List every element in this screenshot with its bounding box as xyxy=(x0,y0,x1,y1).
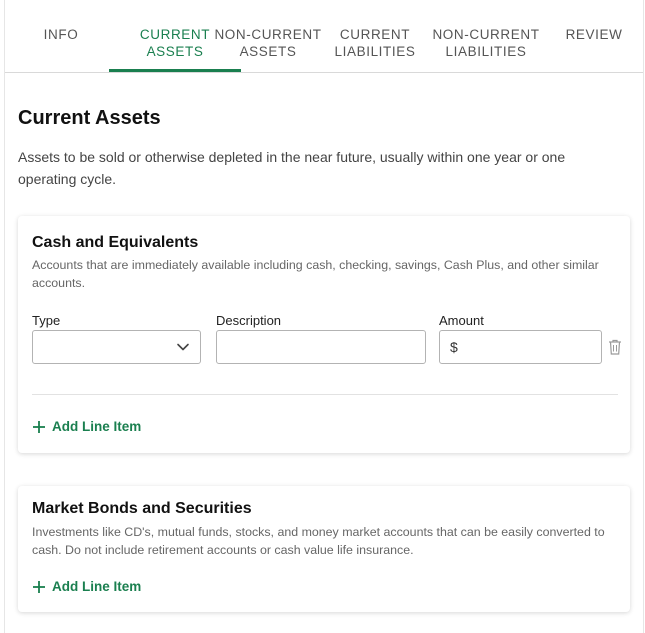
page-intro: Assets to be sold or otherwise depleted … xyxy=(18,149,566,187)
step-tabs: INFO CURRENT ASSETS NON-CURRENT ASSETS C… xyxy=(5,0,643,73)
description-label: Description xyxy=(216,313,282,328)
page-title: Current Assets xyxy=(18,107,161,129)
tab-info[interactable]: INFO xyxy=(39,26,83,43)
add-line-item-label: Add Line Item xyxy=(52,419,142,434)
section-description: Investments like CD's, mutual funds, sto… xyxy=(32,525,605,557)
tab-review[interactable]: REVIEW xyxy=(561,26,627,43)
plus-icon xyxy=(33,580,45,593)
app-frame: INFO CURRENT ASSETS NON-CURRENT ASSETS C… xyxy=(4,0,644,633)
currency-prefix: $ xyxy=(450,339,458,355)
amount-label: Amount xyxy=(439,313,484,328)
section-description: Accounts that are immediately available … xyxy=(32,258,599,290)
cash-equivalents-card: Cash and Equivalents Accounts that are i… xyxy=(18,216,630,453)
add-line-item-button[interactable]: Add Line Item xyxy=(32,419,141,434)
amount-input[interactable] xyxy=(440,331,601,363)
trash-icon[interactable] xyxy=(608,339,622,355)
type-label: Type xyxy=(32,313,61,328)
active-tab-indicator xyxy=(109,69,241,72)
description-input[interactable] xyxy=(217,331,425,363)
section-divider xyxy=(32,394,618,395)
market-bonds-card: Market Bonds and Securities Investments … xyxy=(18,486,630,612)
description-field[interactable] xyxy=(216,330,426,364)
tab-non-current-liabilities[interactable]: NON-CURRENT LIABILITIES xyxy=(430,26,542,60)
section-title: Cash and Equivalents xyxy=(32,234,199,251)
type-select[interactable] xyxy=(32,330,201,364)
section-title: Market Bonds and Securities xyxy=(32,500,252,517)
tab-current-liabilities[interactable]: CURRENT LIABILITIES xyxy=(331,26,419,60)
tab-non-current-assets[interactable]: NON-CURRENT ASSETS xyxy=(213,26,323,60)
add-line-item-label: Add Line Item xyxy=(52,579,142,594)
plus-icon xyxy=(33,420,45,433)
amount-field[interactable]: $ xyxy=(439,330,602,364)
chevron-down-icon[interactable] xyxy=(176,340,190,354)
add-line-item-button[interactable]: Add Line Item xyxy=(32,579,141,594)
